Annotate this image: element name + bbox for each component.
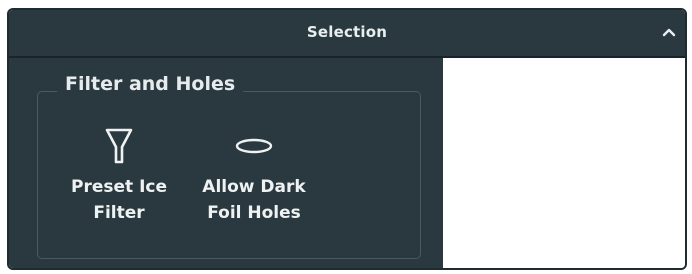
funnel-icon: [59, 126, 179, 170]
allow-dark-foil-holes-button[interactable]: Allow Dark Foil Holes: [194, 126, 314, 226]
ellipse-icon: [194, 126, 314, 170]
chevron-up-icon: [662, 28, 676, 37]
selection-panel: Selection Filter and Holes Preset Ice Fi…: [7, 8, 687, 270]
panel-body: Filter and Holes Preset Ice Filter Allow…: [9, 58, 443, 268]
group-title: Filter and Holes: [57, 71, 244, 97]
preset-ice-filter-button[interactable]: Preset Ice Filter: [59, 126, 179, 226]
panel-title: Selection: [306, 23, 388, 41]
preset-ice-filter-label-line1: Preset Ice: [71, 177, 167, 197]
empty-area: [443, 58, 685, 268]
preset-ice-filter-label-line2: Filter: [93, 203, 145, 223]
app-frame: Selection Filter and Holes Preset Ice Fi…: [0, 0, 692, 274]
allow-dark-foil-holes-label-line2: Foil Holes: [207, 203, 301, 223]
allow-dark-foil-holes-label-line1: Allow Dark: [202, 177, 306, 197]
panel-header[interactable]: Selection: [9, 10, 685, 58]
collapse-button[interactable]: [655, 10, 685, 56]
